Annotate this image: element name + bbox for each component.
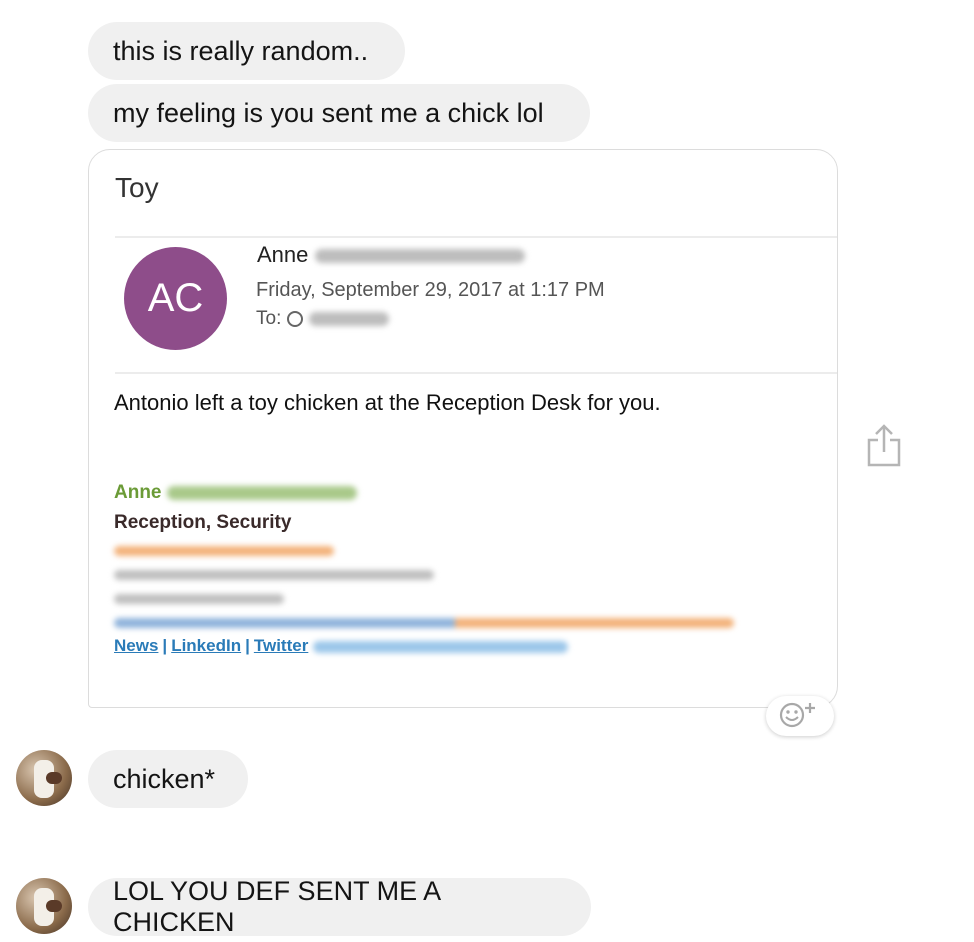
email-body: Antonio left a toy chicken at the Recept… bbox=[114, 390, 661, 415]
signature-links: News | LinkedIn | Twitter bbox=[114, 636, 569, 656]
message-text: this is really random.. bbox=[113, 35, 369, 66]
email-subject: Toy bbox=[115, 172, 159, 203]
sender-avatar: AC bbox=[124, 247, 227, 350]
message-bubble[interactable]: LOL YOU DEF SENT ME A CHICKEN bbox=[88, 876, 591, 937]
redacted-signature-surname bbox=[166, 485, 357, 500]
message-bubble[interactable]: chicken* bbox=[88, 750, 248, 808]
message-text: my feeling is you sent me a chick lol bbox=[113, 97, 544, 128]
avatar[interactable] bbox=[16, 878, 72, 934]
avatar-figure bbox=[46, 772, 62, 784]
message-bubble[interactable]: this is really random.. bbox=[88, 22, 405, 80]
signature-role: Reception, Security bbox=[114, 512, 292, 533]
redacted-social-handles bbox=[313, 640, 569, 653]
email-recipient: To: bbox=[256, 308, 390, 330]
news-link[interactable]: News bbox=[114, 636, 158, 655]
redacted-surname bbox=[314, 249, 525, 264]
redacted-company bbox=[114, 546, 334, 556]
signature-name: Anne bbox=[114, 482, 357, 504]
redacted-phone bbox=[114, 594, 284, 604]
avatar-figure bbox=[46, 900, 62, 912]
add-reaction-icon bbox=[776, 700, 824, 733]
twitter-link[interactable]: Twitter bbox=[254, 636, 308, 655]
add-reaction-button[interactable] bbox=[766, 696, 834, 736]
signature-first-name: Anne bbox=[114, 482, 162, 503]
to-label: To: bbox=[256, 308, 282, 329]
sender-first-name: Anne bbox=[257, 242, 309, 267]
linkedin-link[interactable]: LinkedIn bbox=[171, 636, 241, 655]
divider bbox=[115, 236, 837, 238]
share-icon[interactable] bbox=[866, 424, 902, 473]
message-text: chicken* bbox=[113, 763, 216, 794]
redacted-recipient bbox=[309, 312, 390, 326]
redacted-address bbox=[114, 570, 434, 580]
message-text: LOL YOU DEF SENT ME A CHICKEN bbox=[113, 876, 440, 937]
avatar[interactable] bbox=[16, 750, 72, 806]
divider bbox=[115, 372, 837, 374]
message-bubble[interactable]: my feeling is you sent me a chick lol bbox=[88, 84, 590, 142]
redacted-email-website bbox=[114, 618, 734, 628]
recipient-status-icon bbox=[287, 311, 304, 327]
sender-name: Anne bbox=[257, 242, 525, 268]
email-date: Friday, September 29, 2017 at 1:17 PM bbox=[256, 279, 605, 301]
email-screenshot-attachment[interactable]: Toy AC Anne Friday, September 29, 2017 a… bbox=[88, 149, 838, 708]
